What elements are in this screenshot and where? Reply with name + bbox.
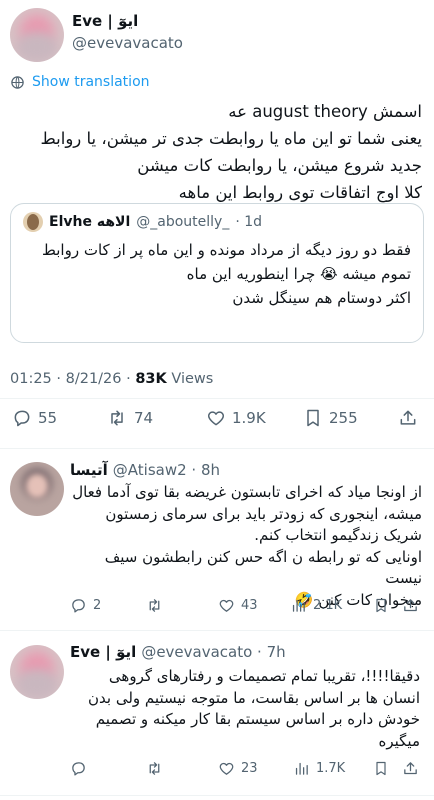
reply-line: دقیقا!!!!، تقریبا تمام تصمیمات و رفتارها… (108, 667, 420, 685)
reply-line: خودش داره بر اساس سیستم بقا کار میکنه و … (95, 710, 420, 728)
reply-display-name[interactable]: آتیسا (70, 461, 108, 479)
divider (0, 795, 434, 796)
like-button[interactable]: 1.9K (206, 408, 266, 428)
tweet-line: یعنی شما تو این ماه یا روابطت جدی تر میش… (40, 129, 423, 148)
like-count: 23 (241, 761, 258, 776)
heart-icon (219, 599, 234, 612)
tweet-line: کلا اوج اتفاقات توی روابط این ماهه (178, 183, 422, 202)
reply-count: 2 (93, 598, 102, 613)
like-button[interactable]: 43 (218, 597, 258, 614)
reply-button[interactable]: 2 (70, 597, 101, 614)
reply-line: میشه، اینجوری که زودتر باید برای سرمای ز… (105, 504, 422, 523)
quote-header: Elvhe الاهه @_aboutelly_ · 1d (23, 212, 262, 232)
reply-button[interactable] (70, 760, 93, 777)
quoted-tweet[interactable]: Elvhe الاهه @_aboutelly_ · 1d فقط دو روز… (10, 203, 424, 343)
divider (0, 630, 434, 631)
reply-header: Eve | ایوٓ @evevavacato · 7h (70, 643, 286, 661)
bookmark-count: 255 (329, 409, 358, 427)
globe-translate-icon (10, 75, 25, 90)
reply-line: از اونجا میاد که اخرای تابستون غریضه بقا… (72, 483, 422, 501)
retweet-button[interactable] (145, 597, 170, 614)
views-count: 2.1K (313, 598, 343, 613)
retweet-count: 74 (134, 409, 154, 427)
tweet-text: اسمش august theory عه یعنی شما تو این ما… (12, 98, 423, 206)
reply-header: آتیسا @Atisaw2 · 8h (70, 461, 220, 479)
bookmark-icon (376, 598, 386, 613)
reply-count: 55 (38, 409, 58, 427)
tweet-line: اسمش august theory عه (228, 102, 422, 121)
reply-line: میگیره (378, 731, 420, 750)
reply-line: شریک زندگیمو انتخاب کنم. (254, 526, 422, 544)
bookmark-button[interactable] (373, 597, 389, 618)
share-icon (404, 762, 417, 775)
display-name[interactable]: Eve | ایوٓ (72, 12, 138, 30)
reply-handle[interactable]: @Atisaw2 · 8h (113, 461, 220, 479)
reply-icon (72, 599, 85, 613)
reply-avatar[interactable] (10, 462, 64, 516)
retweet-icon (111, 410, 123, 426)
retweet-icon (149, 762, 160, 775)
tweet-line: جدید شروع میشن، یا روابطت کات میشن (137, 156, 422, 175)
quote-display-name: Elvhe الاهه (49, 214, 131, 230)
tweet-meta: 01:25 · 8/21/26 · 83K Views (10, 371, 213, 387)
views-chart-icon (292, 599, 305, 612)
quote-line: تموم میشه 😭 چرا اینطوریه این ماه (186, 265, 411, 283)
quote-line: فقط دو روز دیگه از مرداد مونده و این ماه… (42, 241, 411, 259)
retweet-button[interactable] (145, 760, 170, 777)
like-count: 1.9K (232, 409, 266, 427)
retweet-button[interactable]: 74 (106, 408, 153, 428)
share-icon (400, 410, 416, 425)
avatar[interactable] (10, 8, 64, 62)
views-count: 83K (135, 371, 167, 387)
handle[interactable]: @evevavacato (72, 34, 183, 52)
reply-text: از اونجا میاد که اخرای تابستون غریضه بقا… (66, 482, 422, 611)
tweet-time[interactable]: 01:25 · 8/21/26 · (10, 371, 135, 387)
share-icon (404, 599, 417, 612)
reply-button[interactable]: 55 (12, 408, 57, 428)
reply-line: انسان ها بر اساس بقاست، ما متوجه نیستیم … (88, 688, 420, 707)
reply-line: اونایی که تو رابطه ن اگه حس کنن رابطشون … (104, 547, 422, 588)
reply-text: دقیقا!!!!، تقریبا تمام تصمیمات و رفتارها… (64, 666, 420, 752)
bookmark-button[interactable] (373, 760, 389, 781)
heart-icon (207, 411, 225, 426)
views-label: Views (166, 371, 214, 387)
reply-handle[interactable]: @evevavacato · 7h (141, 643, 285, 661)
quote-time: · 1d (235, 214, 263, 230)
divider (0, 398, 434, 399)
quote-line: اکثر دوستام هم سینگل شدن (232, 289, 411, 307)
views-button[interactable]: 1.7K (293, 760, 345, 777)
like-button[interactable]: 23 (218, 760, 258, 777)
share-button[interactable] (402, 759, 419, 782)
like-count: 43 (241, 598, 258, 613)
views-chart-icon (295, 762, 308, 775)
heart-icon (219, 762, 234, 775)
retweet-icon (149, 599, 160, 612)
show-translation-label: Show translation (32, 74, 150, 90)
quote-handle: @_aboutelly_ (136, 214, 230, 230)
reply-avatar[interactable] (10, 645, 64, 699)
share-button[interactable] (402, 596, 419, 619)
reply-icon (14, 410, 30, 427)
bookmark-icon (307, 409, 319, 427)
views-count: 1.7K (316, 761, 346, 776)
views-button[interactable]: 2.1K (290, 597, 342, 614)
bookmark-icon (376, 761, 386, 776)
quote-text: فقط دو روز دیگه از مرداد مونده و این ماه… (21, 238, 411, 310)
show-translation-link[interactable]: Show translation (10, 74, 150, 90)
bookmark-button[interactable]: 255 (303, 408, 358, 428)
reply-icon (72, 762, 85, 776)
quote-avatar (23, 212, 43, 232)
reply-display-name[interactable]: Eve | ایوٓ (70, 643, 136, 661)
divider (0, 448, 434, 449)
share-button[interactable] (398, 407, 418, 433)
